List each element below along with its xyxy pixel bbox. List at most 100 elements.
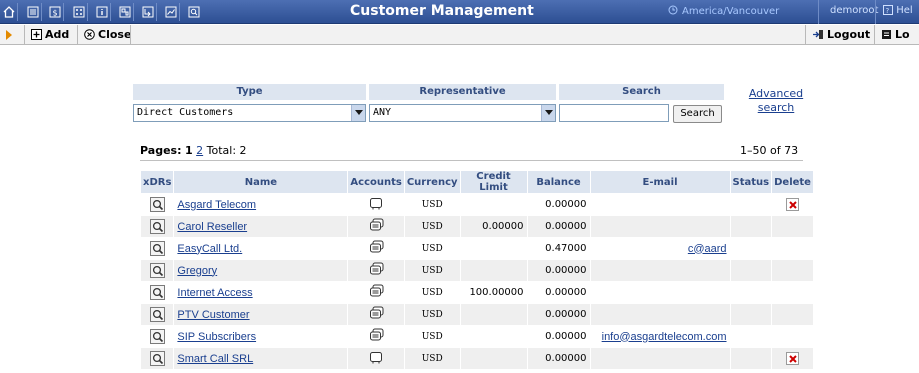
table-row[interactable]: EasyCall Ltd. USD 0.47000 c@aard (141, 238, 813, 259)
user-name[interactable]: demoroot (830, 5, 878, 16)
delete-icon[interactable] (786, 198, 800, 211)
doc-icon[interactable] (116, 3, 134, 21)
clock-icon (668, 5, 678, 15)
multi-account-icon[interactable] (369, 218, 384, 235)
multi-account-icon[interactable] (369, 328, 384, 345)
close-button[interactable]: Close (77, 25, 137, 45)
info-icon[interactable] (93, 3, 111, 21)
search-input[interactable] (559, 104, 669, 122)
customer-name-link[interactable]: Gregory (177, 265, 217, 277)
chart-icon[interactable] (162, 3, 180, 21)
email-cell (590, 194, 730, 215)
search-icon[interactable] (185, 3, 203, 21)
magnifier-icon[interactable] (149, 263, 165, 278)
xdr-cell (141, 304, 174, 325)
email-link[interactable]: info@asgardtelecom.com (602, 331, 727, 343)
chevron-down-icon[interactable] (351, 105, 365, 121)
status-cell (730, 304, 772, 325)
accounts-cell (348, 216, 404, 237)
accounts-cell (348, 326, 404, 347)
table-row[interactable]: Internet Access USD 100.00000 0.00000 (141, 282, 813, 303)
lo-icon (882, 30, 891, 39)
table-row[interactable]: Carol Reseller USD 0.00000 0.00000 (141, 216, 813, 237)
col-balance[interactable]: Balance (527, 171, 590, 193)
add-button[interactable]: Add (24, 25, 75, 45)
home-icon[interactable] (0, 3, 18, 21)
magnifier-icon[interactable] (149, 329, 165, 344)
pages-label: Pages: (140, 144, 182, 157)
email-link[interactable]: c@aard (688, 243, 727, 255)
delete-icon[interactable] (786, 352, 800, 365)
grid-icon[interactable] (70, 3, 88, 21)
lo-button[interactable]: Lo (874, 25, 916, 45)
email-cell (590, 216, 730, 237)
dollar-icon[interactable]: $ (46, 3, 64, 21)
logout-button[interactable]: Logout (805, 25, 876, 45)
balance-cell: 0.00000 (527, 348, 590, 369)
col-xdrs[interactable]: xDRs (141, 171, 174, 193)
logout-icon (813, 30, 823, 39)
timezone-text: America/Vancouver (682, 6, 780, 17)
type-select[interactable]: Direct Customers (133, 104, 366, 122)
table-header-row: xDRs Name Accounts Currency Credit Limit… (141, 171, 813, 193)
col-currency[interactable]: Currency (404, 171, 460, 193)
search-button[interactable]: Search (673, 105, 722, 123)
customer-name-link[interactable]: EasyCall Ltd. (177, 243, 242, 255)
table-row[interactable]: PTV Customer USD 0.00000 (141, 304, 813, 325)
single-account-icon[interactable] (369, 197, 383, 213)
help-icon: ? (883, 5, 893, 15)
accounts-cell (348, 304, 404, 325)
multi-account-icon[interactable] (369, 306, 384, 323)
single-account-icon[interactable] (369, 351, 383, 367)
customer-name-link[interactable]: Asgard Telecom (177, 199, 256, 211)
multi-account-icon[interactable] (369, 240, 384, 257)
page-link-2[interactable]: 2 (196, 144, 203, 157)
list-icon[interactable] (24, 3, 42, 21)
search-header: Search (559, 84, 724, 100)
credit-limit-cell (460, 348, 527, 369)
col-status[interactable]: Status (730, 171, 772, 193)
delete-cell (772, 216, 813, 237)
magnifier-icon[interactable] (149, 307, 165, 322)
add-icon (31, 29, 42, 40)
advanced-search-line2: search (757, 101, 795, 114)
customer-name-link[interactable]: Carol Reseller (177, 221, 247, 233)
help-link[interactable]: ? Hel (883, 5, 913, 16)
page-title: Customer Management (350, 3, 534, 19)
magnifier-icon[interactable] (149, 241, 165, 256)
magnifier-icon[interactable] (149, 219, 165, 234)
advanced-search-link[interactable]: Advanced search (746, 87, 806, 115)
customer-name-link[interactable]: Smart Call SRL (177, 353, 253, 365)
balance-cell: 0.00000 (527, 326, 590, 347)
customer-name-link[interactable]: Internet Access (177, 287, 252, 299)
chevron-down-icon[interactable] (541, 105, 555, 121)
multi-account-icon[interactable] (369, 284, 384, 301)
multi-account-icon[interactable] (369, 262, 384, 279)
status-cell (730, 260, 772, 281)
table-row[interactable]: Asgard Telecom USD 0.00000 (141, 194, 813, 215)
col-credit-limit[interactable]: Credit Limit (460, 171, 527, 193)
transfer-icon[interactable] (139, 3, 157, 21)
credit-limit-cell (460, 238, 527, 259)
table-row[interactable]: Gregory USD 0.00000 (141, 260, 813, 281)
magnifier-icon[interactable] (149, 351, 165, 366)
customer-name-link[interactable]: SIP Subscribers (177, 331, 256, 343)
currency-cell: USD (404, 282, 460, 303)
top-bar: $ Customer Management America/Vancouver … (0, 0, 919, 24)
timezone-label[interactable]: America/Vancouver (668, 5, 779, 17)
col-accounts[interactable]: Accounts (348, 171, 404, 193)
toolbar-arrow-icon[interactable] (6, 30, 12, 40)
customer-name-link[interactable]: PTV Customer (177, 309, 249, 321)
magnifier-icon[interactable] (149, 285, 165, 300)
col-delete[interactable]: Delete (772, 171, 813, 193)
table-row[interactable]: Smart Call SRL USD 0.00000 (141, 348, 813, 369)
representative-select[interactable]: ANY (369, 104, 556, 122)
table-row[interactable]: SIP Subscribers USD 0.00000 info@asgardtele… (141, 326, 813, 347)
magnifier-icon[interactable] (149, 197, 165, 212)
col-email[interactable]: E-mail (590, 171, 730, 193)
close-icon (84, 29, 95, 40)
balance-cell: 0.00000 (527, 216, 590, 237)
col-name[interactable]: Name (174, 171, 348, 193)
delete-cell (772, 282, 813, 303)
balance-cell: 0.00000 (527, 194, 590, 215)
